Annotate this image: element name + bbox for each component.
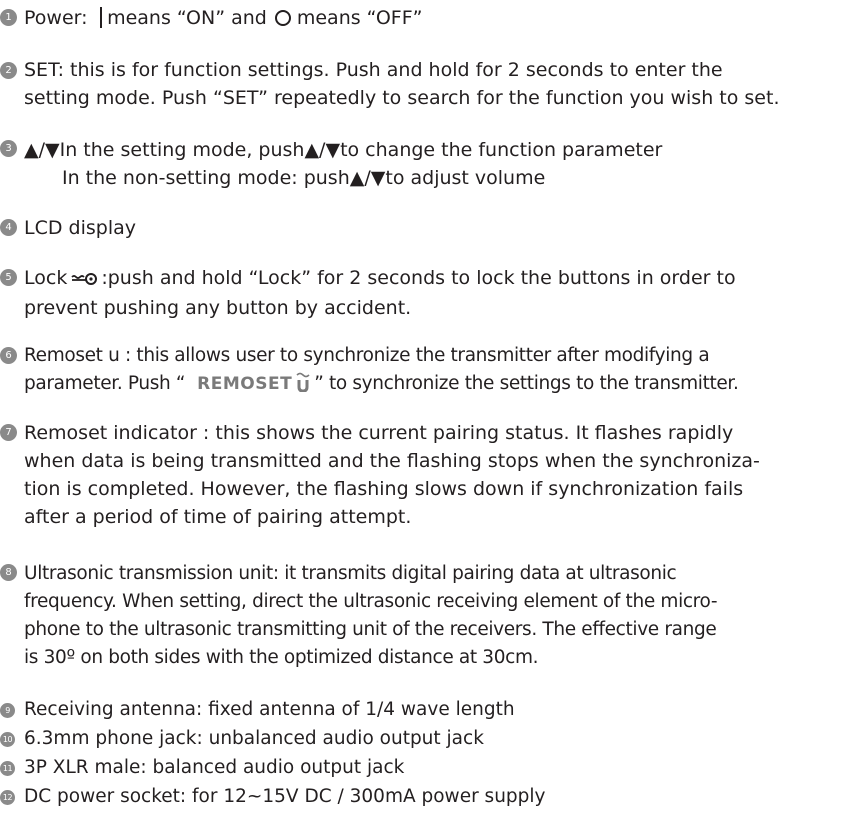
item-number-badge: 8 [0, 564, 17, 581]
ultrasonic-wave-icon [296, 372, 310, 401]
text-line: phone to the ultrasonic transmitting uni… [24, 619, 717, 640]
text-segment: ” to synchronize the settings to the tra… [314, 373, 739, 394]
text-line: In the non-setting mode: push▲/▼to adjus… [62, 167, 546, 189]
item-number-badge: 5 [0, 269, 17, 286]
text-line: tion is completed. However, the flashing… [24, 478, 744, 500]
item-number-badge: 4 [0, 219, 17, 236]
text-line: Ultrasonic transmission unit: it transmi… [24, 563, 677, 584]
item-text: SET: this is for function settings. Push… [24, 56, 852, 112]
text-line: LCD display [24, 217, 136, 239]
item-text: 3P XLR male: balanced audio output jack [24, 756, 852, 780]
item-number-badge: 1 [0, 9, 17, 26]
item-number-badge: 7 [0, 424, 17, 441]
text-line: setting mode. Push “SET” repeatedly to s… [24, 87, 780, 109]
key-icon [71, 266, 99, 294]
item-number-badge: 2 [0, 62, 17, 79]
off-circle-symbol [274, 10, 291, 26]
text-line: DC power socket: for 12~15V DC / 300mA p… [24, 786, 546, 807]
power-off-text: means “OFF” [296, 7, 423, 29]
text-line: 3P XLR male: balanced audio output jack [24, 757, 405, 778]
text-line: SET: this is for function settings. Push… [24, 59, 723, 81]
text-segment: parameter. Push “ [24, 373, 186, 394]
lock-description: :push and hold “Lock” for 2 seconds to l… [101, 267, 736, 289]
item-text: Remoset u : this allows user to synchron… [24, 342, 852, 401]
text-line: 6.3mm phone jack: unbalanced audio outpu… [24, 728, 484, 749]
item-text: Power: means “ON” and means “OFF” [24, 4, 852, 32]
text-line: when data is being transmitted and the f… [24, 450, 760, 472]
item-text: Receiving antenna: fixed antenna of 1/4 … [24, 698, 852, 722]
text-line: frequency. When setting, direct the ultr… [24, 591, 718, 612]
text-line: after a period of time of pairing attemp… [24, 506, 412, 528]
item-text: 6.3mm phone jack: unbalanced audio outpu… [24, 727, 852, 751]
item-number-badge: 10 [0, 732, 15, 747]
item-number-badge: 12 [0, 790, 15, 805]
item-text: DC power socket: for 12~15V DC / 300mA p… [24, 785, 852, 809]
text-line: Lock :push and hold “Lock” for 2 seconds … [24, 264, 852, 294]
power-label: Power: [24, 7, 94, 29]
power-on-text: means “ON” and [107, 7, 267, 29]
item-number-badge: 3 [0, 140, 17, 157]
remoset-brand-label: REMOSET [197, 374, 293, 394]
item-text: Remoset indicator : this shows the curre… [24, 419, 852, 531]
lock-label: Lock [24, 267, 68, 289]
text-line: Remoset u : this allows user to synchron… [24, 345, 710, 366]
text-line: ▲/▼In the setting mode, push▲/▼to change… [24, 139, 663, 161]
item-text: Ultrasonic transmission unit: it transmi… [24, 560, 852, 672]
text-line: prevent pushing any button by accident. [24, 297, 412, 319]
item-number-badge: 9 [0, 703, 15, 718]
item-text: ▲/▼In the setting mode, push▲/▼to change… [24, 136, 852, 192]
item-text: LCD display [24, 214, 852, 242]
item-number-badge: 11 [0, 761, 15, 776]
item-text: Lock :push and hold “Lock” for 2 seconds … [24, 264, 852, 322]
text-line: Remoset indicator : this shows the curre… [24, 422, 734, 444]
text-line: parameter. Push “ REMOSET ” to synchronize… [24, 370, 852, 401]
on-bar-symbol [99, 7, 103, 28]
text-line: Receiving antenna: fixed antenna of 1/4 … [24, 699, 515, 720]
text-line: is 30º on both sides with the optimized … [24, 647, 539, 668]
item-number-badge: 6 [0, 347, 17, 364]
